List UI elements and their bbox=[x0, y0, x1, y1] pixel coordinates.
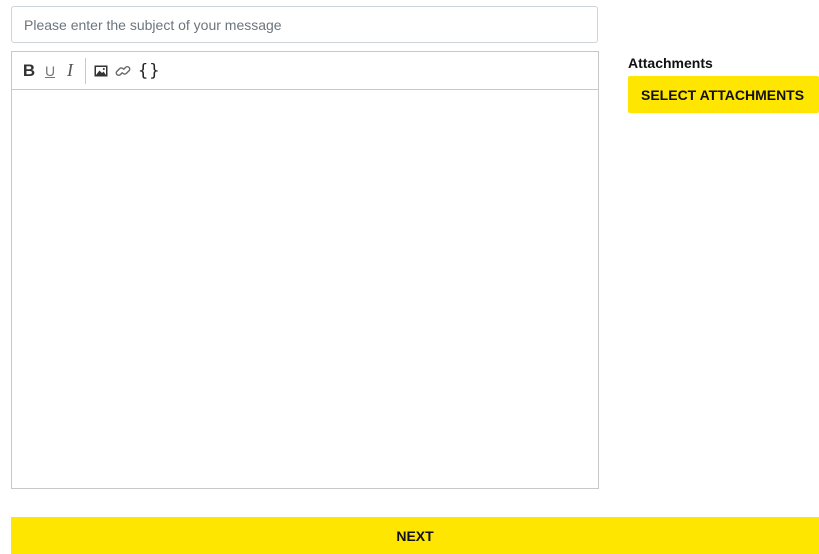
editor-content-area[interactable] bbox=[12, 90, 598, 488]
message-editor: B U I {} bbox=[11, 51, 599, 489]
editor-toolbar: B U I {} bbox=[12, 52, 598, 90]
next-button[interactable]: NEXT bbox=[11, 517, 819, 554]
code-button[interactable]: {} bbox=[138, 60, 160, 82]
compose-message-page: B U I {} bbox=[0, 0, 819, 554]
select-attachments-button[interactable]: SELECT ATTACHMENTS bbox=[628, 76, 819, 113]
italic-button[interactable]: I bbox=[64, 60, 76, 82]
underline-button[interactable]: U bbox=[43, 60, 57, 82]
toolbar-divider bbox=[85, 57, 86, 84]
subject-input[interactable] bbox=[11, 6, 598, 43]
image-icon bbox=[94, 65, 108, 76]
link-icon bbox=[115, 65, 131, 76]
insert-image-button[interactable] bbox=[94, 60, 108, 82]
insert-link-button[interactable] bbox=[115, 60, 131, 82]
bold-button[interactable]: B bbox=[22, 60, 36, 82]
attachments-title: Attachments bbox=[628, 55, 713, 71]
